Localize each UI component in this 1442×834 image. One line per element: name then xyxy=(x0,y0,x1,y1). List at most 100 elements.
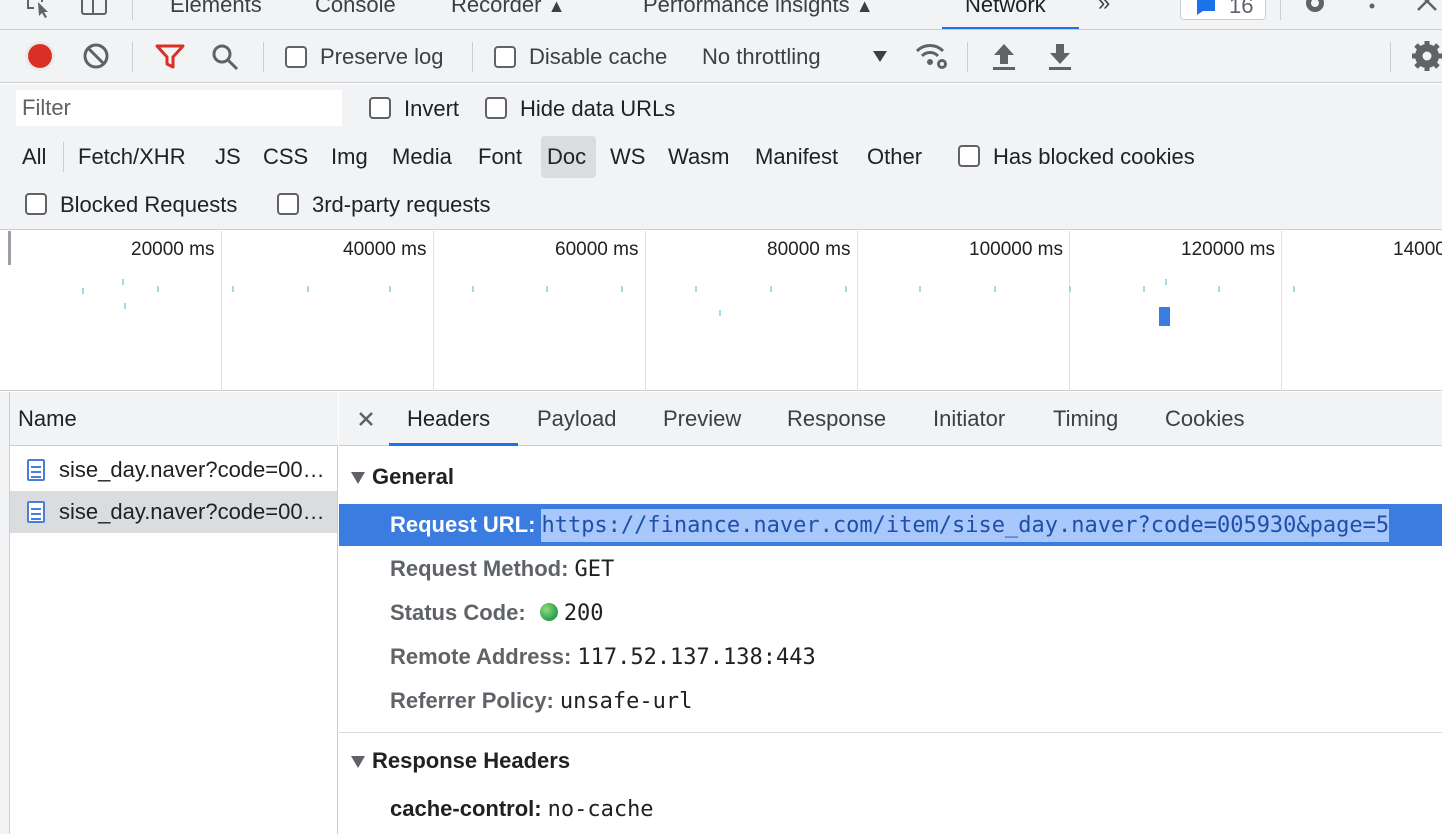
tab-preview[interactable]: Preview xyxy=(663,392,741,446)
import-har-upload-icon[interactable] xyxy=(990,42,1018,72)
remote-address-key: Remote Address: xyxy=(390,644,572,669)
request-row[interactable]: sise_day.naver?code=005930&page=4 xyxy=(10,449,337,491)
request-list: Name sise_day.naver?code=005930&page=4 s… xyxy=(10,392,338,834)
status-ok-dot-icon xyxy=(539,603,558,621)
status-code-row: Status Code: 200 xyxy=(390,591,604,635)
filter-type-other[interactable]: Other xyxy=(861,136,928,178)
device-toolbar-icon[interactable] xyxy=(80,0,110,20)
timeline-tick-label: 80000 ms xyxy=(767,239,851,260)
has-blocked-cookies-checkbox[interactable] xyxy=(958,145,980,167)
tab-payload[interactable]: Payload xyxy=(537,392,617,446)
referrer-policy-row: Referrer Policy: unsafe-url xyxy=(390,679,692,723)
network-toolbar: Preserve log Disable cache No throttling xyxy=(0,30,1442,83)
experiment-icon: ▲ xyxy=(547,0,566,16)
selected-request-bar xyxy=(1159,307,1170,326)
network-overview-timeline[interactable]: 20000 ms 40000 ms 60000 ms 80000 ms 1000… xyxy=(0,231,1442,391)
timeline-start-handle[interactable] xyxy=(8,231,11,265)
timeline-tick-label: 20000 ms xyxy=(131,239,215,260)
general-section-title[interactable]: General xyxy=(372,464,454,490)
filter-type-ws[interactable]: WS xyxy=(604,136,651,178)
disable-cache-checkbox[interactable] xyxy=(494,46,516,68)
filter-type-wasm[interactable]: Wasm xyxy=(662,136,736,178)
close-detail-icon[interactable] xyxy=(358,411,374,427)
invert-checkbox[interactable] xyxy=(369,97,391,119)
filter-type-img[interactable]: Img xyxy=(325,136,374,178)
request-name: sise_day.naver?code=005930&page=4 xyxy=(59,457,327,482)
filter-type-doc[interactable]: Doc xyxy=(541,136,596,178)
collapse-triangle-icon[interactable] xyxy=(351,472,365,484)
timeline-tick-label: 60000 ms xyxy=(555,239,639,260)
preserve-log-checkbox[interactable] xyxy=(285,46,307,68)
filter-type-manifest[interactable]: Manifest xyxy=(749,136,844,178)
disable-cache-label: Disable cache xyxy=(529,44,668,69)
filter-input[interactable] xyxy=(16,90,342,126)
referrer-policy-value: unsafe-url xyxy=(559,689,693,714)
blocked-requests-label: Blocked Requests xyxy=(60,192,238,217)
tab-network[interactable]: Network xyxy=(965,0,1046,18)
filter-type-fetch-xhr[interactable]: Fetch/XHR xyxy=(72,136,192,178)
request-name: sise_day.naver?code=005930&page=5 xyxy=(59,499,327,524)
hide-data-urls-label: Hide data URLs xyxy=(520,96,676,121)
third-party-requests-label: 3rd-party requests xyxy=(312,192,491,217)
tab-console[interactable]: Console xyxy=(315,0,396,18)
request-detail-panel: Headers Payload Preview Response Initiat… xyxy=(339,392,1442,834)
filter-type-font[interactable]: Font xyxy=(472,136,528,178)
tab-cookies[interactable]: Cookies xyxy=(1165,392,1244,446)
filter-type-js[interactable]: JS xyxy=(209,136,247,178)
filter-type-all[interactable]: All xyxy=(16,136,52,178)
remote-address-value: 117.52.137.138:443 xyxy=(577,645,816,670)
cache-control-row: cache-control: no-cache xyxy=(390,787,654,831)
dropdown-arrow-icon xyxy=(873,51,887,62)
request-row-selected[interactable]: sise_day.naver?code=005930&page=5 xyxy=(10,491,337,533)
request-url-row[interactable]: Request URL: https://finance.naver.com/it… xyxy=(339,504,1442,546)
export-har-download-icon[interactable] xyxy=(1046,42,1074,72)
timeline-tick-label: 120000 ms xyxy=(1181,239,1276,260)
tab-headers[interactable]: Headers xyxy=(407,392,490,446)
section-divider xyxy=(339,732,1442,733)
search-icon[interactable] xyxy=(210,42,240,72)
issues-counter-button[interactable]: 16 xyxy=(1180,0,1266,20)
network-settings-gear-icon[interactable] xyxy=(1410,40,1442,72)
settings-gear-icon[interactable] xyxy=(1300,0,1330,18)
record-button-icon[interactable] xyxy=(24,40,56,72)
tab-recorder[interactable]: Recorder ▲ xyxy=(451,0,565,18)
cache-control-value: no-cache xyxy=(547,797,654,822)
filter-type-css[interactable]: CSS xyxy=(257,136,314,178)
inspect-element-icon[interactable] xyxy=(26,0,56,20)
filter-type-media[interactable]: Media xyxy=(386,136,458,178)
tab-elements[interactable]: Elements xyxy=(170,0,262,18)
network-conditions-wifi-icon[interactable] xyxy=(914,40,950,72)
response-headers-section-title[interactable]: Response Headers xyxy=(372,748,570,774)
clear-log-icon[interactable] xyxy=(82,42,110,70)
close-devtools-icon[interactable] xyxy=(1414,0,1440,18)
tab-timing[interactable]: Timing xyxy=(1053,392,1118,446)
request-method-key: Request Method: xyxy=(390,556,569,581)
cache-control-key: cache-control: xyxy=(390,796,542,821)
more-options-icon[interactable] xyxy=(1362,0,1382,18)
invert-label: Invert xyxy=(404,96,460,121)
timeline-tick-label: 14000 xyxy=(1393,239,1442,260)
filter-icon[interactable] xyxy=(155,44,185,70)
request-method-value: GET xyxy=(574,557,615,582)
network-lower-panel: Name sise_day.naver?code=005930&page=4 s… xyxy=(0,392,1442,834)
issues-chat-icon xyxy=(1197,0,1215,15)
more-tabs-chevron-icon[interactable]: » xyxy=(1098,0,1110,16)
hide-data-urls-checkbox[interactable] xyxy=(485,97,507,119)
throttling-select[interactable]: No throttling xyxy=(702,40,894,74)
timeline-tick-label: 100000 ms xyxy=(969,239,1064,260)
request-url-key: Request URL: xyxy=(390,512,536,537)
name-column-header[interactable]: Name xyxy=(10,392,338,446)
experiment-icon: ▲ xyxy=(855,0,874,16)
preserve-log-label: Preserve log xyxy=(320,44,444,69)
tab-performance-insights[interactable]: Performance insights ▲ xyxy=(643,0,874,18)
blocked-requests-checkbox[interactable] xyxy=(25,193,47,215)
third-party-requests-checkbox[interactable] xyxy=(277,193,299,215)
collapse-triangle-icon[interactable] xyxy=(351,756,365,768)
tab-initiator[interactable]: Initiator xyxy=(933,392,1005,446)
document-icon xyxy=(27,459,45,481)
referrer-policy-key: Referrer Policy: xyxy=(390,688,554,713)
issues-count: 16 xyxy=(1229,0,1254,18)
filter-bar: Invert Hide data URLs All Fetch/XHR JS C… xyxy=(0,84,1442,230)
status-code-key: Status Code: xyxy=(390,600,526,625)
tab-response[interactable]: Response xyxy=(787,392,886,446)
